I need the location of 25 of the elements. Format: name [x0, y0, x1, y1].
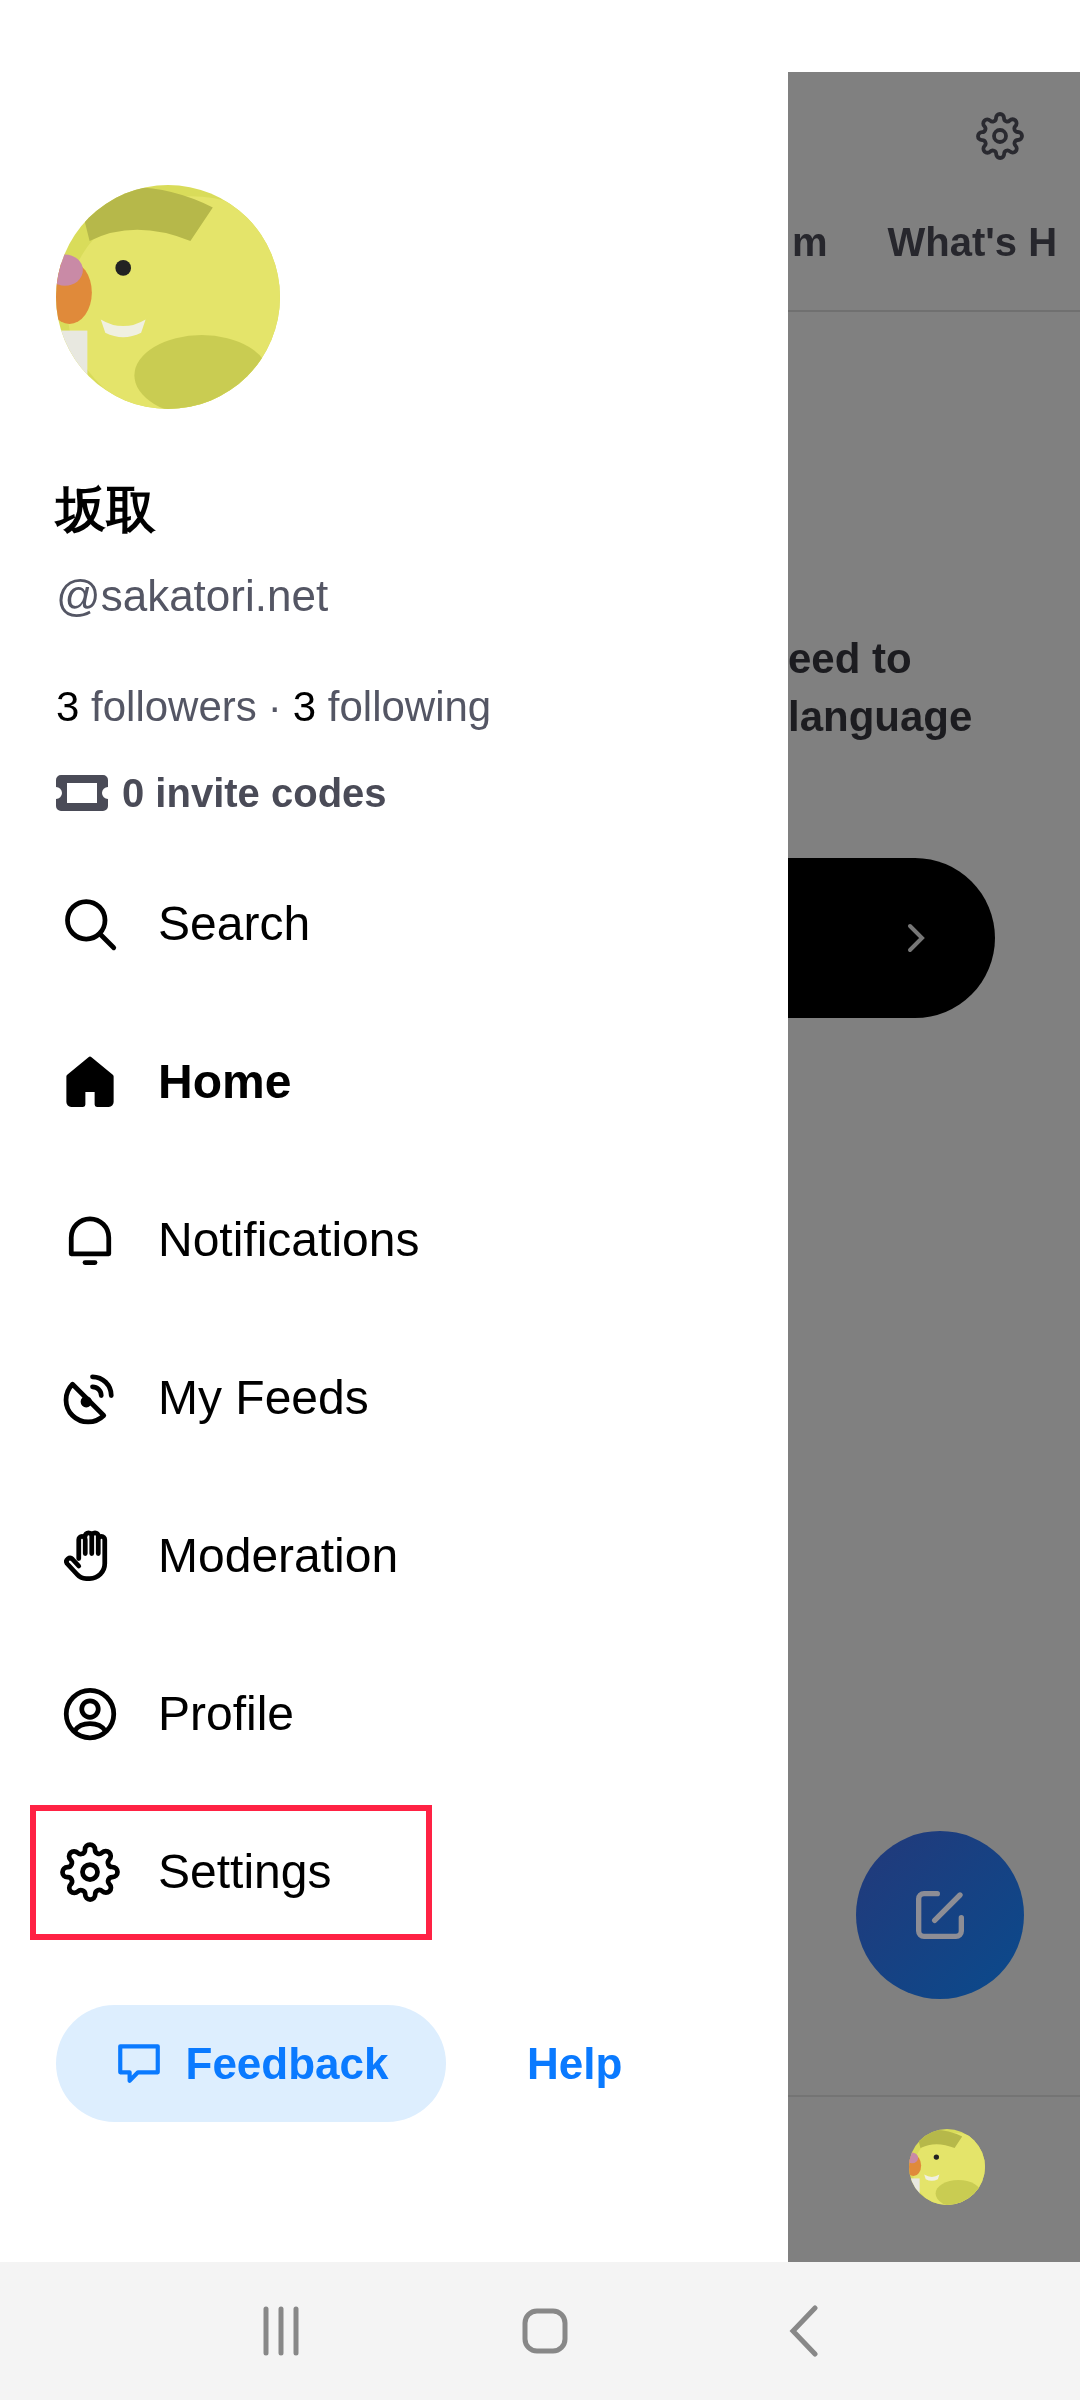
- separator-dot: ·: [267, 682, 282, 732]
- menu-item[interactable]: Search: [30, 856, 432, 992]
- followers-link[interactable]: 3 followers: [56, 679, 257, 735]
- back-icon[interactable]: [789, 2305, 820, 2357]
- feed-tab[interactable]: m: [792, 218, 828, 266]
- display-name: 坂取: [56, 481, 156, 540]
- feed-tab[interactable]: What's H: [887, 218, 1058, 266]
- home-icon[interactable]: [522, 2308, 568, 2354]
- following-link[interactable]: 3 following: [292, 679, 492, 735]
- next-button[interactable]: [788, 858, 995, 1018]
- settings-icon: [60, 1842, 120, 1902]
- menu-item[interactable]: My Feeds: [30, 1330, 432, 1466]
- message-text: eed to: [788, 634, 913, 684]
- menu-item[interactable]: Settings: [30, 1804, 432, 1940]
- menu-item[interactable]: Moderation: [30, 1488, 432, 1624]
- invite-codes-link[interactable]: 0 invite codes: [122, 768, 387, 818]
- chevron-right-icon: [907, 923, 925, 953]
- menu-item[interactable]: Home: [30, 1014, 432, 1150]
- message-text: language: [788, 692, 974, 742]
- menu-item[interactable]: Profile: [30, 1646, 432, 1782]
- ticket-icon: [56, 775, 108, 811]
- help-link[interactable]: Help: [527, 2030, 623, 2097]
- menu-item[interactable]: Notifications: [30, 1172, 432, 1308]
- settings-icon[interactable]: [976, 112, 1024, 160]
- user-handle: @sakatori.net: [56, 570, 329, 622]
